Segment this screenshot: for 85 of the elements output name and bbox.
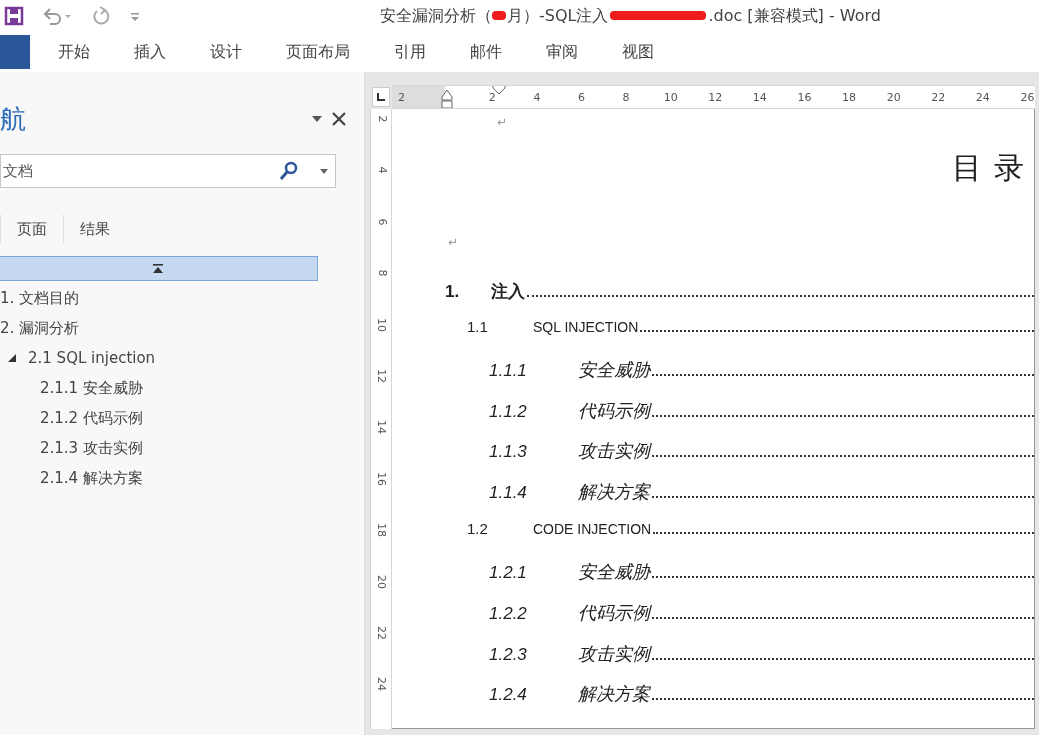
toc-entry[interactable]: 安全威胁 [578,358,650,382]
ruler-number: 6 [375,218,387,226]
toc-entry[interactable]: SQL INJECTION [533,319,639,335]
ribbon-tab[interactable]: 开始 [38,35,110,69]
ruler-number: 14 [752,90,767,104]
ruler-number: 20 [375,574,387,589]
collapse-icon [153,264,163,273]
heading-item[interactable]: 2.1.2 代码示例 [40,408,143,428]
toc-number: 1.1.4 [489,482,527,502]
ruler-number: 16 [797,90,812,104]
ruler-number: 24 [975,90,990,104]
close-icon[interactable] [332,112,346,126]
toc-number: 1.2 [467,520,488,538]
ruler-number: 4 [375,166,387,174]
heading-item[interactable]: 2.1.1 安全威胁 [40,378,143,398]
ribbon-tab[interactable]: 设计 [190,35,262,69]
toc-number: 1.1 [467,318,488,335]
ruler-number: 18 [842,90,857,104]
ruler-number: 18 [375,523,387,538]
window-title: 安全漏洞分析（ 月）-SQL注入 .doc [兼容模式] - Word [380,5,881,27]
heading-item[interactable]: 2.1.4 解决方案 [40,468,143,488]
toc-entry[interactable]: 攻击实例 [578,641,650,666]
heading-item[interactable]: 1. 文档目的 [0,288,80,308]
undo-icon[interactable] [42,7,72,25]
toc-number: 1.1.1 [489,361,527,380]
toc-entry[interactable]: 攻击实例 [578,439,650,464]
search-field[interactable]: 文档 [0,154,336,188]
toc-entry[interactable]: CODE INJECTION [533,521,652,538]
toc-entry[interactable]: 注入 [491,280,525,303]
horizontal-ruler[interactable]: 2 2 4 6 8 10 12 14 16 18 20 22 24 26 [392,85,1035,109]
pane-tab[interactable]: 结果 [64,215,126,243]
ruler-number: 24 [375,677,387,692]
toc-number: 1.2.3 [489,644,527,664]
ruler-number: 4 [533,90,541,104]
ruler-number: 10 [375,317,387,332]
heading-item[interactable]: 2. 漏洞分析 [0,318,80,338]
ruler-number: 16 [375,471,387,486]
indent-marker[interactable] [441,87,453,108]
heading-item[interactable]: 2.1.3 攻击实例 [40,438,143,458]
dropdown-icon[interactable] [312,116,322,122]
ruler-number: 2 [375,115,387,123]
ruler-number: 22 [931,90,946,104]
heading-item[interactable]: 2.1 SQL injection [28,349,156,367]
expanded-icon[interactable] [8,354,16,362]
toc-entry[interactable]: 代码示例 [578,600,650,625]
toc-heading: 目 录 [952,150,1026,186]
ruler-number: 8 [622,90,630,104]
save-icon[interactable] [4,6,24,26]
ribbon-tab[interactable]: 审阅 [526,35,598,69]
ribbon-tab[interactable]: 引用 [374,35,446,69]
toc-number: 1.2.2 [489,603,527,623]
indent-marker[interactable] [492,86,506,95]
toc-number: 1. [445,282,460,301]
ruler-number: 8 [375,269,387,277]
ruler-number: 14 [375,420,387,435]
customize-icon[interactable] [130,10,140,22]
ribbon-tab[interactable]: 页面布局 [266,35,370,69]
ruler-number: 2 [488,90,496,104]
toc-entry[interactable]: 解决方案 [578,479,650,504]
ruler-number: 12 [375,368,387,383]
ruler-number: 20 [886,90,901,104]
toc-entry[interactable]: 解决方案 [578,682,650,707]
pane-tab[interactable]: 页面 [1,215,63,243]
ruler-number: 10 [663,90,678,104]
search-icon[interactable] [278,161,300,181]
toc-number: 1.2.4 [489,685,527,705]
toc-entry[interactable]: 代码示例 [578,398,650,423]
ruler-number: 12 [708,90,723,104]
vertical-ruler[interactable]: 2 4 6 8 10 12 14 16 18 20 22 24 [370,109,392,729]
ruler-number: 2 [398,90,405,104]
ruler-number: 6 [578,90,585,104]
toc-entry[interactable]: 安全威胁 [578,560,650,585]
ruler-number: 26 [1020,90,1035,104]
dropdown-icon[interactable] [320,169,328,174]
toc-number: 1.1.3 [489,442,527,462]
ruler-number: 22 [375,625,387,640]
ribbon-tab[interactable]: 插入 [114,35,186,69]
ribbon-tab[interactable]: 视图 [602,35,674,69]
pane-title: 航 [0,102,27,136]
toc-number: 1.2.1 [489,563,527,583]
ribbon-tab[interactable]: 邮件 [450,35,522,69]
tab-stop-icon[interactable] [377,93,385,101]
toc-number: 1.1.2 [489,401,527,421]
paragraph-mark: ↵ [497,115,508,129]
paragraph-mark: ↵ [448,235,459,249]
